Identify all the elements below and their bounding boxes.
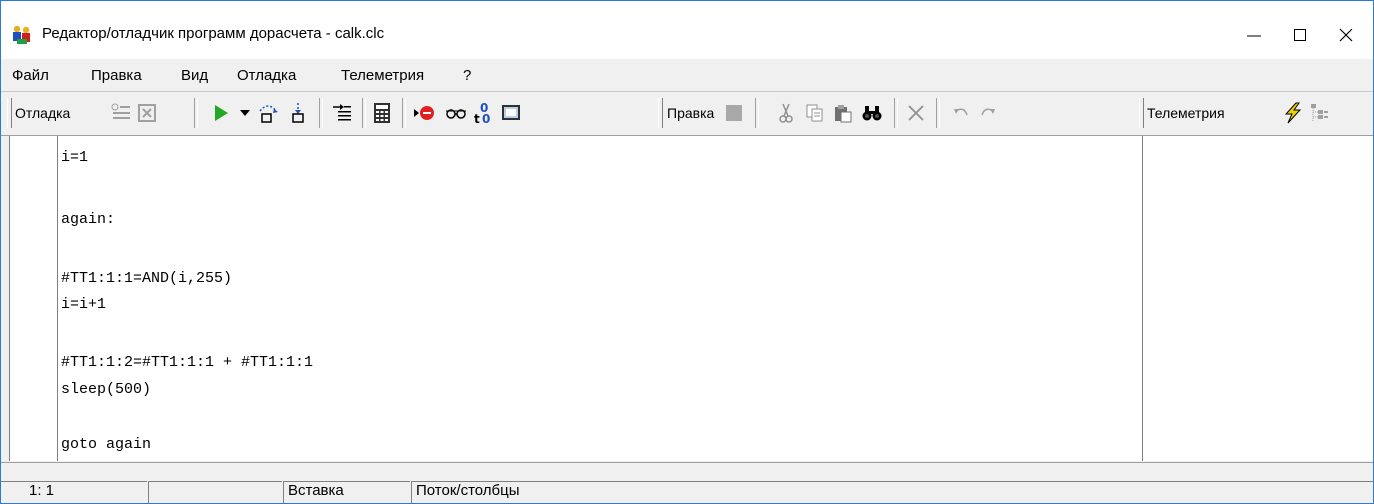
variables-icon[interactable]: 0t0	[472, 101, 496, 125]
toolbar-separator	[319, 98, 323, 128]
toolbar-separator	[936, 98, 940, 128]
toolbar-separator	[402, 98, 406, 128]
toolbar: Отладка 0 t 0 Правка Телеметрия	[1, 92, 1373, 136]
title-bar[interactable]: Редактор/отладчик программ дорасчета - c…	[1, 1, 1373, 59]
toolbar-grip[interactable]	[7, 98, 12, 128]
breakpoint-list-icon[interactable]	[109, 101, 133, 125]
step-into-icon[interactable]	[256, 101, 280, 125]
svg-text:t: t	[474, 112, 480, 125]
code-line[interactable]: i=i+1	[61, 296, 106, 313]
code-line[interactable]: i=1	[61, 149, 88, 166]
toolbar-separator	[894, 98, 898, 128]
toolbar-separator	[755, 98, 759, 128]
delete-icon[interactable]	[904, 101, 928, 125]
step-over-icon[interactable]	[287, 101, 311, 125]
toolbar-separator	[362, 98, 366, 128]
status-insert-mode: Вставка	[283, 481, 410, 503]
code-editor[interactable]: i=1 again: #TT1:1:1=AND(i,255) i=i+1 #TT…	[9, 136, 1143, 461]
code-line[interactable]: again:	[61, 211, 115, 228]
editor-gutter	[57, 136, 58, 461]
copy-icon[interactable]	[803, 101, 827, 125]
code-line[interactable]: goto again	[61, 436, 151, 453]
telemetry-toolbar-label: Телеметрия	[1147, 105, 1225, 121]
calculator-icon[interactable]	[370, 101, 394, 125]
run-icon[interactable]	[209, 101, 233, 125]
toolbar-grip[interactable]	[1139, 98, 1144, 128]
stop-icon[interactable]	[413, 101, 437, 125]
menu-view[interactable]: Вид	[181, 67, 208, 84]
menu-edit[interactable]: Правка	[91, 67, 142, 84]
menu-debug[interactable]: Отладка	[237, 67, 296, 84]
maximize-button[interactable]	[1277, 15, 1323, 55]
paste-icon[interactable]	[831, 101, 855, 125]
tree-icon[interactable]	[1307, 101, 1331, 125]
main-window: Редактор/отладчик программ дорасчета - c…	[0, 0, 1374, 504]
close-button[interactable]	[1323, 15, 1369, 55]
minimize-button[interactable]	[1231, 15, 1277, 55]
svg-text:0: 0	[482, 112, 490, 125]
edit-toolbar-label: Правка	[667, 105, 715, 121]
save-icon[interactable]	[722, 101, 746, 125]
watch-icon[interactable]	[444, 101, 468, 125]
clear-icon[interactable]	[136, 101, 160, 125]
status-empty-panel	[148, 481, 282, 503]
redo-icon[interactable]	[976, 101, 1000, 125]
status-stream-mode: Поток/столбцы	[411, 481, 1373, 503]
debug-toolbar-label: Отладка	[15, 105, 71, 121]
run-to-cursor-icon[interactable]	[330, 101, 354, 125]
status-bar: 1: 1 Вставка Поток/столбцы	[1, 462, 1373, 503]
lightning-icon[interactable]	[1281, 101, 1305, 125]
side-panel[interactable]	[1143, 136, 1373, 461]
menu-file[interactable]: Файл	[12, 67, 49, 84]
find-icon[interactable]	[860, 101, 884, 125]
run-dropdown-icon[interactable]	[233, 101, 257, 125]
app-people-icon[interactable]	[11, 24, 33, 46]
menu-bar: Файл Правка Вид Отладка Телеметрия ?	[1, 59, 1373, 92]
menu-help[interactable]: ?	[463, 67, 471, 84]
window-title: Редактор/отладчик программ дорасчета - c…	[42, 25, 385, 42]
close-icon	[1339, 28, 1353, 42]
toolbar-grip[interactable]	[658, 98, 663, 128]
status-cursor-position: 1: 1	[1, 481, 147, 503]
monitor-icon[interactable]	[499, 101, 523, 125]
code-line[interactable]: #TT1:1:2=#TT1:1:1 + #TT1:1:1	[61, 354, 313, 371]
code-line[interactable]: sleep(500)	[61, 381, 151, 398]
code-line[interactable]: #TT1:1:1=AND(i,255)	[61, 270, 232, 287]
menu-telemetry[interactable]: Телеметрия	[341, 67, 424, 84]
toolbar-separator	[194, 98, 198, 128]
undo-icon[interactable]	[949, 101, 973, 125]
cut-icon[interactable]	[774, 101, 798, 125]
